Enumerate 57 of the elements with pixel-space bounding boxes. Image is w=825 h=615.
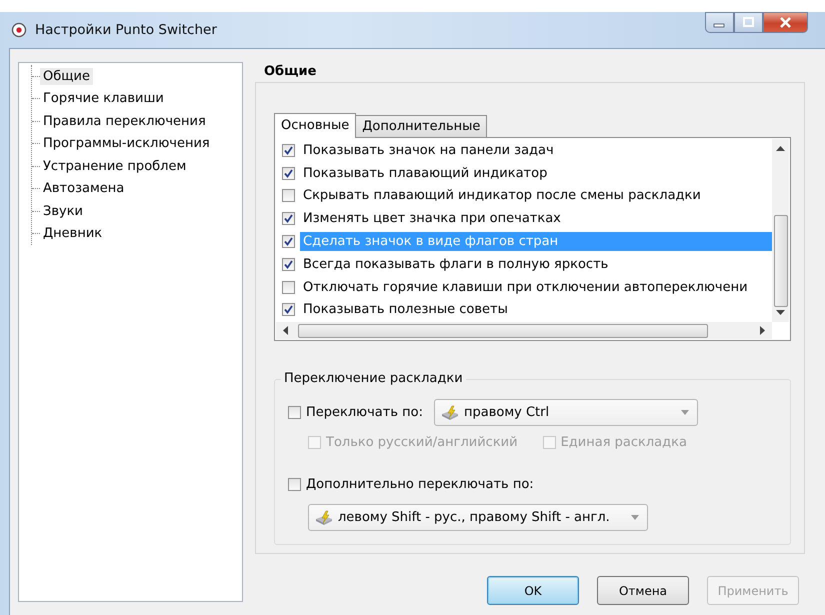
sidebar-item[interactable]: Правила переключения — [40, 112, 209, 130]
sidebar-item[interactable]: Устранение проблем — [40, 158, 190, 175]
maximize-icon — [743, 17, 754, 27]
option-label[interactable]: Показывать значок на панели задач — [300, 140, 772, 160]
sidebar-item[interactable]: Программы-исключения — [40, 135, 213, 152]
tab[interactable]: Дополнительные — [355, 115, 488, 137]
option-label[interactable]: Всегда показывать флаги в полную яркость — [300, 254, 772, 274]
dialog-button[interactable]: Отмена — [597, 576, 689, 605]
dropdown-caret-icon — [631, 515, 639, 520]
minimize-button[interactable] — [705, 12, 734, 33]
checkbox-label: Единая раскладка — [560, 435, 687, 450]
checkbox[interactable] — [282, 235, 295, 248]
window-title: Настройки Punto Switcher — [35, 22, 217, 38]
hotkey-dropdown[interactable]: левому Shift - рус., правому Shift - англ. — [308, 504, 648, 531]
scroll-up-icon[interactable] — [776, 145, 785, 151]
sidebar-item[interactable]: Горячие клавиши — [40, 90, 167, 108]
sidebar-item[interactable]: Звуки — [40, 202, 86, 220]
option-label[interactable]: Скрывать плавающий индикатор после смены раскладки — [300, 186, 772, 206]
option-label[interactable]: Отключать горячие клавиши при отключении автопереключени — [300, 278, 772, 297]
checkbox[interactable] — [282, 258, 295, 271]
group-title: Переключение раскладки — [281, 371, 466, 386]
section-title: Общие — [264, 64, 318, 81]
sidebar-item[interactable]: Общие — [40, 68, 93, 85]
checkbox-label: Дополнительно переключать по: — [306, 477, 534, 492]
minimize-icon — [714, 24, 724, 28]
scroll-down-icon[interactable] — [776, 310, 785, 316]
sidebar-item[interactable]: Дневник — [40, 225, 106, 242]
checkbox[interactable] — [282, 303, 295, 316]
sidebar-item[interactable]: Автозамена — [40, 180, 128, 198]
dropdown-value: левому Shift - рус., правому Shift - англ. — [338, 510, 610, 525]
checkbox-label: Только русский/английский — [326, 435, 518, 450]
app-icon — [11, 22, 27, 38]
checkbox-label: Переключать по: — [306, 405, 423, 420]
checkbox[interactable] — [282, 144, 295, 157]
dropdown-value: правому Ctrl — [464, 405, 550, 420]
option-label[interactable]: Показывать плавающий индикатор — [300, 164, 772, 183]
hotkey-dropdown[interactable]: правому Ctrl — [434, 399, 698, 426]
checkbox[interactable] — [282, 212, 295, 226]
close-button[interactable] — [763, 12, 808, 33]
close-icon — [780, 16, 792, 28]
key-icon — [440, 404, 459, 420]
option-label[interactable]: Изменять цвет значка при опечатках — [300, 209, 772, 228]
option-label[interactable]: Показывать полезные советы — [300, 300, 772, 320]
checkbox[interactable] — [288, 478, 301, 491]
scrollbar-thumb[interactable] — [298, 324, 708, 338]
checkbox[interactable] — [288, 406, 301, 419]
checkbox[interactable] — [282, 189, 295, 202]
dropdown-caret-icon — [680, 410, 689, 415]
scrollbar-thumb[interactable] — [774, 214, 788, 306]
dialog-button[interactable]: OK — [487, 576, 579, 605]
checkbox[interactable] — [282, 166, 295, 180]
maximize-button[interactable] — [734, 12, 763, 33]
checkbox[interactable] — [282, 280, 295, 294]
key-icon — [315, 510, 333, 526]
scroll-left-icon[interactable] — [282, 326, 288, 335]
tab[interactable]: Основные — [274, 113, 356, 138]
scroll-right-icon[interactable] — [760, 326, 766, 335]
